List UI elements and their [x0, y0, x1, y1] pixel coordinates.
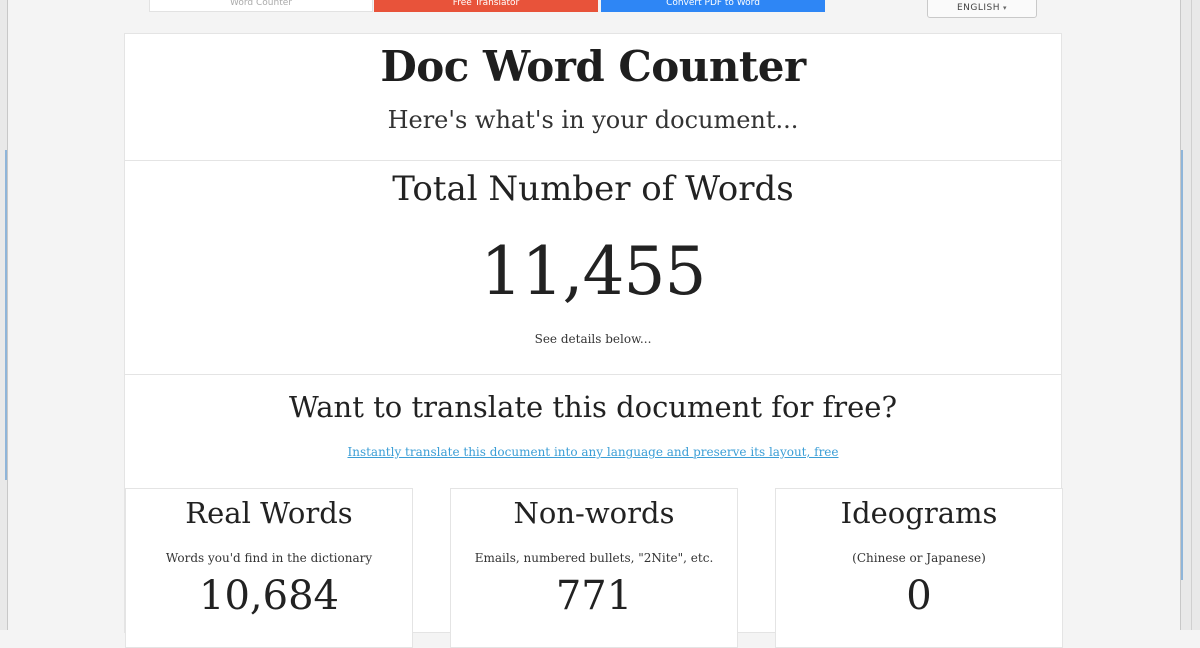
chevron-down-icon: ▾ — [1003, 3, 1008, 12]
total-words-note: See details below... — [534, 332, 652, 346]
window-left-edge — [0, 0, 8, 630]
window-right-accent — [1181, 150, 1183, 580]
tab-convert-pdf-to-word[interactable]: Convert PDF to Word — [601, 0, 825, 12]
translate-link[interactable]: Instantly translate this document into a… — [125, 445, 1061, 459]
total-words-value: 11,455 — [480, 233, 707, 310]
stat-value: 771 — [555, 573, 633, 619]
stat-description: Emails, numbered bullets, "2Nite", etc. — [474, 551, 714, 565]
total-words-box: Total Number of Words 11,455 See details… — [125, 160, 1061, 375]
results-panel: Doc Word Counter Here's what's in your d… — [124, 33, 1063, 648]
stat-card-real-words: Real Words Words you'd find in the dicti… — [125, 488, 413, 648]
total-words-heading: Total Number of Words — [392, 169, 794, 209]
tab-free-translator[interactable]: Free Translator — [374, 0, 598, 12]
stat-description: (Chinese or Japanese) — [852, 551, 986, 565]
translate-heading: Want to translate this document for free… — [288, 390, 898, 424]
window-scrollbar[interactable] — [1180, 0, 1200, 630]
window-left-accent — [5, 150, 7, 480]
page-title: Doc Word Counter — [380, 42, 806, 91]
scrollbar-track-line — [1191, 0, 1192, 630]
stat-description: Words you'd find in the dictionary — [165, 551, 373, 565]
page-subtitle: Here's what's in your document... — [387, 106, 799, 134]
language-label: ENGLISH — [956, 2, 1001, 13]
stat-card-non-words: Non-words Emails, numbered bullets, "2Ni… — [450, 488, 738, 648]
stat-title: Ideograms — [840, 496, 998, 530]
stat-card-ideograms: Ideograms (Chinese or Japanese) 0 — [775, 488, 1063, 648]
language-dropdown[interactable]: ENGLISH ▾ — [927, 0, 1037, 18]
stat-title: Real Words — [185, 496, 353, 530]
top-nav: Word Counter Free Translator Convert PDF… — [149, 0, 825, 12]
stat-value: 0 — [906, 573, 932, 619]
stat-value: 10,684 — [199, 573, 339, 619]
stat-title: Non-words — [513, 496, 675, 530]
tab-word-counter[interactable]: Word Counter — [149, 0, 373, 12]
